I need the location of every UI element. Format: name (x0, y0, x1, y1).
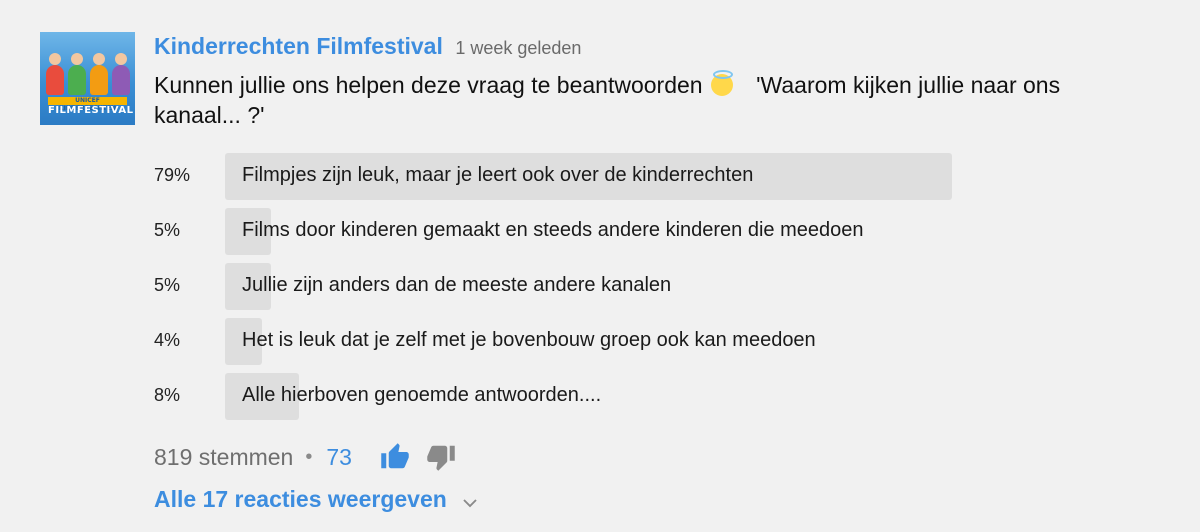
poll-option-percent: 5% (154, 275, 181, 295)
separator-dot: • (305, 445, 313, 468)
poll-option-label[interactable]: Films door kinderen gemaakt en steeds an… (242, 219, 863, 242)
post-header: Kinderrechten Filmfestival 1 week gelede… (154, 33, 581, 60)
avatar-figure (90, 53, 108, 95)
poll-option-label[interactable]: Alle hierboven genoemde antwoorden.... (242, 384, 601, 407)
poll-option-label[interactable]: Jullie zijn anders dan de meeste andere … (242, 274, 671, 297)
view-replies-label: Alle 17 reacties weergeven (154, 486, 447, 512)
avatar-figure (46, 53, 64, 95)
avatar-logo-text-top: UNICEF KINDERRECHTEN (48, 97, 127, 112)
channel-avatar[interactable]: UNICEF KINDERRECHTEN FILMFESTIVAL (40, 32, 135, 125)
view-replies-button[interactable]: Alle 17 reacties weergeven (154, 486, 479, 513)
avatar-figure (68, 53, 86, 95)
poll-option-label[interactable]: Het is leuk dat je zelf met je bovenbouw… (242, 329, 816, 352)
poll-option-percent: 5% (154, 220, 181, 240)
smiling-face-with-halo-icon (710, 70, 733, 96)
post-footer: 819 stemmen • 73 (154, 440, 456, 474)
poll-option-percent: 4% (154, 330, 181, 350)
chevron-down-icon (461, 491, 479, 509)
like-count: 73 (326, 443, 352, 470)
avatar-logo-text: FILMFESTIVAL (48, 105, 134, 116)
channel-name-link[interactable]: Kinderrechten Filmfestival (154, 33, 443, 59)
thumbs-up-icon[interactable] (380, 442, 410, 472)
poll-option-percent: 79% (154, 165, 191, 185)
poll-option-label[interactable]: Filmpjes zijn leuk, maar je leert ook ov… (242, 164, 753, 187)
avatar-figure (112, 53, 130, 95)
post-question: Kunnen jullie ons helpen deze vraag te b… (154, 70, 1124, 130)
poll-option-percent: 8% (154, 385, 181, 405)
community-post: UNICEF KINDERRECHTEN FILMFESTIVAL Kinder… (0, 0, 1200, 532)
post-timestamp[interactable]: 1 week geleden (455, 38, 581, 58)
question-text-part1: Kunnen jullie ons helpen deze vraag te b… (154, 72, 703, 98)
vote-count: 819 stemmen (154, 443, 294, 470)
thumbs-down-icon[interactable] (426, 442, 456, 472)
